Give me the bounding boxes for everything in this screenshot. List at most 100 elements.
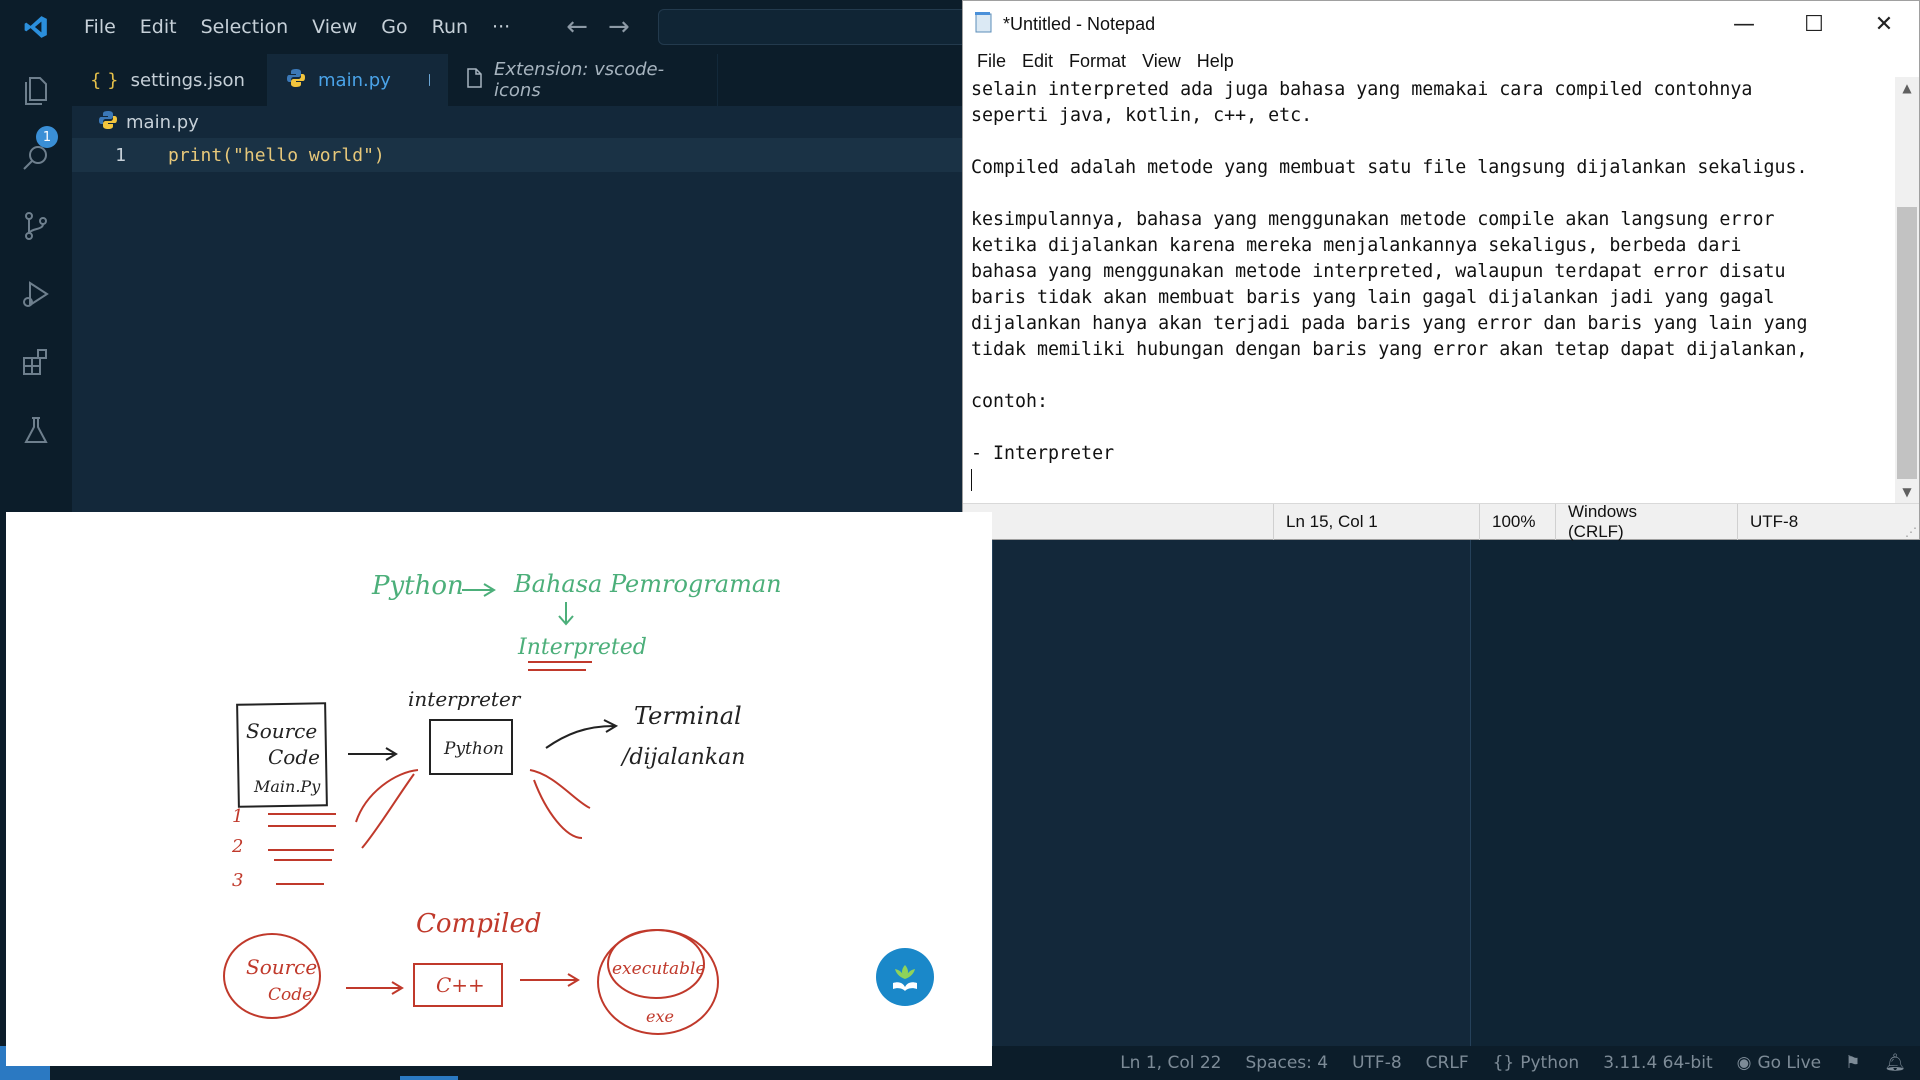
tab-extension-vscode-icons[interactable]: Extension: vscode-icons [448,54,718,106]
text-line: baris tidak akan membuat baris yang lain… [971,287,1775,308]
nav-arrows: ← → [566,12,630,42]
vertical-scrollbar[interactable]: ▲ ▼ [1895,77,1919,503]
close-icon[interactable]: ✕ [1849,1,1919,47]
wb-bahasa-label: Bahasa Pemrograman [513,570,782,598]
wb-arrow-to-exe [520,973,580,987]
wb-arrow-to-cpp [346,981,404,995]
menu-edit[interactable]: Edit [128,16,189,38]
text-line: contoh: [971,391,1049,412]
np-menu-edit[interactable]: Edit [1014,51,1061,72]
tab-settings-json[interactable]: { } settings.json [72,54,268,106]
text-line: bahasa yang menggunakan metode interpret… [971,261,1786,282]
menu-go[interactable]: Go [369,16,419,38]
text-line: ketika dijalankan karena mereka menjalan… [971,235,1742,256]
explorer-files-icon[interactable] [14,68,58,112]
np-status-encoding: UTF-8 [1737,504,1857,540]
broadcast-icon: ◉ [1736,1053,1752,1073]
feedback-icon[interactable]: ⚑ [1845,1053,1860,1073]
wb-cpp-text: C++ [436,973,485,997]
notepad-statusbar: Ln 15, Col 1 100% Windows (CRLF) UTF-8 ⋰ [963,502,1919,541]
np-status-zoom: 100% [1479,504,1545,540]
status-interpreter[interactable]: 3.11.4 64-bit [1603,1053,1712,1073]
notepad-window: *Untitled - Notepad — ☐ ✕ File Edit Form… [962,0,1920,541]
minimize-icon[interactable]: — [1709,1,1779,47]
menu-file[interactable]: File [72,16,128,38]
search-icon[interactable] [14,136,58,180]
breadcrumb-file[interactable]: main.py [126,112,199,133]
wb-red-curve-in [355,769,419,849]
np-menu-file[interactable]: File [969,51,1014,72]
status-eol[interactable]: CRLF [1426,1053,1469,1073]
file-icon [466,67,482,93]
status-accent [400,1076,458,1080]
channel-logo-icon [876,948,934,1006]
menu-run[interactable]: Run [420,16,480,38]
wb-green-arrow [462,583,496,597]
text-line [971,181,1887,207]
code-line[interactable]: 1 print("hello world") [72,138,962,172]
tab-label: Extension: vscode-icons [494,59,665,101]
extensions-icon[interactable] [14,340,58,384]
text-line [971,415,1887,441]
wb-exe-text: exe [646,1007,674,1026]
notepad-text-area[interactable]: selain interpreted ada juga bahasa yang … [963,77,1895,503]
run-debug-icon[interactable] [14,272,58,316]
menu-view[interactable]: View [300,16,369,38]
notepad-app-icon [973,11,993,37]
scroll-down-arrow-icon[interactable]: ▼ [1895,481,1919,503]
wb-executable-text: executable [612,959,706,979]
status-indentation[interactable]: Spaces: 4 [1246,1053,1329,1073]
breadcrumb[interactable]: main.py [98,110,199,135]
window-controls: — ☐ ✕ [1709,1,1919,47]
wb-line-1: 1 [232,806,243,827]
tab-main-py[interactable]: main.py [268,54,448,106]
np-menu-view[interactable]: View [1134,51,1189,72]
notepad-titlebar[interactable]: *Untitled - Notepad — ☐ ✕ [963,1,1919,47]
source-control-icon[interactable] [14,204,58,248]
text-line [971,363,1887,389]
whiteboard-drawing: Python Bahasa Pemrograman Interpreted So… [223,570,782,1035]
tab-label: main.py [318,69,391,91]
menu-more[interactable]: ··· [480,16,522,38]
maximize-icon[interactable]: ☐ [1779,1,1849,47]
notifications-bell-icon[interactable]: 🔔︎ [1884,1053,1906,1073]
status-language[interactable]: {} Python [1493,1053,1580,1073]
command-center-search[interactable] [657,9,988,45]
text-line: selain interpreted ada juga bahasa yang … [971,79,1753,100]
editor-group-right [992,540,1470,1046]
vscode-logo-icon [0,0,72,54]
json-braces-icon: { } [90,69,119,91]
wb-terminal-text: Terminal [634,702,742,730]
wb-code-text: Code [268,745,320,769]
forward-arrow-icon[interactable]: → [608,12,630,42]
wb-dijalankan-text: /dijalankan [620,745,745,770]
text-line [971,129,1887,155]
text-line: Compiled adalah metode yang membuat satu… [971,157,1808,178]
menu-selection[interactable]: Selection [189,16,301,38]
resize-grip-icon[interactable]: ⋰ [1905,525,1917,539]
tab-label: settings.json [130,69,245,91]
status-language-label: Python [1520,1053,1580,1073]
wb-compiled-label: Compiled [416,909,542,939]
wb-circle-code-text: Code [268,985,312,1005]
scrollbar-thumb[interactable] [1897,207,1917,479]
menubar: File Edit Selection View Go Run ··· [72,0,522,54]
text-line: dijalankan hanya akan terjadi pada baris… [971,313,1808,334]
status-go-live[interactable]: ◉ Go Live [1737,1053,1822,1073]
line-number: 1 [115,144,126,166]
wb-circle-source-text: Source [246,955,317,979]
back-arrow-icon[interactable]: ← [566,12,588,42]
status-cursor-position[interactable]: Ln 1, Col 22 [1120,1053,1221,1073]
status-encoding[interactable]: UTF-8 [1352,1053,1402,1073]
np-menu-format[interactable]: Format [1061,51,1134,72]
wb-main-py-text: Main.Py [253,777,321,796]
status-go-live-label: Go Live [1757,1053,1822,1073]
np-menu-help[interactable]: Help [1189,51,1242,72]
testing-flask-icon[interactable] [14,408,58,452]
secondary-panel [1470,540,1920,1046]
scroll-up-arrow-icon[interactable]: ▲ [1895,77,1919,99]
wb-red-lines [268,813,336,885]
code-text[interactable]: print("hello world") [168,145,385,166]
notepad-menubar: File Edit Format View Help [963,47,1919,75]
python-icon [286,68,306,93]
